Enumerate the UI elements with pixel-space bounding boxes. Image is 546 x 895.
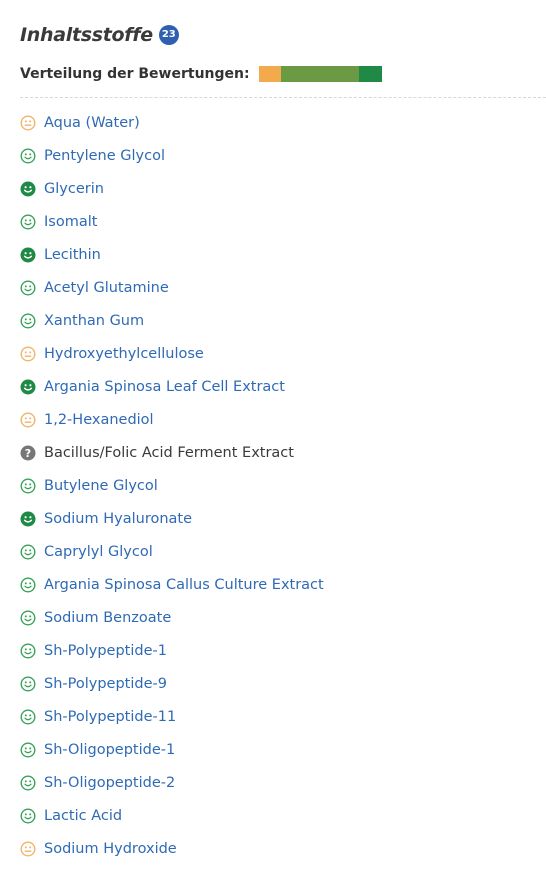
- smile-face-icon: [20, 213, 36, 230]
- ingredient-item: Aqua (Water): [20, 106, 324, 139]
- smile-face-icon: [20, 379, 36, 395]
- ingredient-item: Argania Spinosa Leaf Cell Extract: [20, 370, 324, 403]
- ingredient-link[interactable]: Lecithin: [44, 247, 101, 263]
- ingredient-item: Lecithin: [20, 238, 324, 271]
- ingredient-name: Bacillus/Folic Acid Ferment Extract: [44, 444, 294, 461]
- smile-face-icon: [20, 807, 36, 824]
- neutral-face-icon: [20, 411, 36, 428]
- section-title: Inhaltsstoffe: [20, 24, 153, 46]
- ingredient-item: Sh-Polypeptide-1: [20, 634, 324, 667]
- smile-face-icon: [20, 312, 36, 329]
- smile-face-icon: [20, 642, 36, 659]
- ingredient-item: Pentylene Glycol: [20, 139, 324, 172]
- ingredient-link[interactable]: Glycerin: [44, 181, 104, 197]
- ingredient-item: Sh-Oligopeptide-1: [20, 733, 324, 766]
- ingredient-item: Glycerin: [20, 172, 324, 205]
- ingredient-link[interactable]: Sodium Hydroxide: [44, 841, 177, 857]
- ingredient-item: Argania Spinosa Callus Culture Extract: [20, 568, 324, 601]
- ingredient-link[interactable]: Caprylyl Glycol: [44, 544, 153, 560]
- neutral-face-icon: [20, 840, 36, 857]
- distribution-segment-very-good: [359, 66, 382, 82]
- smile-face-icon: [20, 609, 36, 626]
- ingredient-link[interactable]: Aqua (Water): [44, 115, 140, 131]
- ingredient-link[interactable]: Sh-Oligopeptide-2: [44, 775, 175, 791]
- ingredient-item: Hydroxyethylcellulose: [20, 337, 324, 370]
- ingredient-link[interactable]: Argania Spinosa Leaf Cell Extract: [44, 379, 285, 395]
- ingredient-item: ? Bacillus/Folic Acid Ferment Extract: [20, 436, 324, 469]
- ingredient-item: Sodium Hyaluronate: [20, 502, 324, 535]
- smile-face-icon: [20, 741, 36, 758]
- smile-face-icon: [20, 774, 36, 791]
- distribution-label: Verteilung der Bewertungen:: [20, 66, 250, 82]
- ingredient-item: 1,2-Hexanediol: [20, 403, 324, 436]
- ingredient-item: Sh-Oligopeptide-2: [20, 766, 324, 799]
- ingredient-link[interactable]: Sodium Hyaluronate: [44, 511, 192, 527]
- ingredient-item: Acetyl Glutamine: [20, 271, 324, 304]
- neutral-face-icon: [20, 114, 36, 131]
- ingredient-link[interactable]: Sh-Polypeptide-11: [44, 709, 176, 725]
- svg-text:?: ?: [25, 447, 31, 460]
- ingredient-link[interactable]: Sh-Polypeptide-9: [44, 676, 167, 692]
- smile-face-icon: [20, 708, 36, 725]
- ingredient-item: Caprylyl Glycol: [20, 535, 324, 568]
- distribution-segment-good: [280, 66, 360, 82]
- divider: [20, 97, 546, 98]
- smile-face-icon: [20, 279, 36, 296]
- ingredient-item: Sodium Benzoate: [20, 601, 324, 634]
- ingredient-list: Aqua (Water) Pentylene Glycol Glycerin Isom…: [20, 106, 324, 865]
- ingredient-item: Lactic Acid: [20, 799, 324, 832]
- neutral-face-icon: [20, 345, 36, 362]
- ingredient-link[interactable]: Argania Spinosa Callus Culture Extract: [44, 577, 324, 593]
- smile-face-icon: [20, 543, 36, 560]
- distribution-bar: [258, 66, 382, 82]
- ingredient-link[interactable]: Xanthan Gum: [44, 313, 144, 329]
- question-icon: ?: [20, 445, 36, 461]
- smile-face-icon: [20, 181, 36, 197]
- ingredient-item: Butylene Glycol: [20, 469, 324, 502]
- ingredient-link[interactable]: Pentylene Glycol: [44, 148, 165, 164]
- ingredient-count-badge: 23: [158, 25, 179, 45]
- ingredient-link[interactable]: Lactic Acid: [44, 808, 122, 824]
- rating-distribution: Verteilung der Bewertungen:: [20, 66, 382, 82]
- smile-face-icon: [20, 477, 36, 494]
- ingredient-link[interactable]: Hydroxyethylcellulose: [44, 346, 204, 362]
- ingredient-link[interactable]: Acetyl Glutamine: [44, 280, 169, 296]
- ingredient-item: Xanthan Gum: [20, 304, 324, 337]
- ingredient-item: Sh-Polypeptide-11: [20, 700, 324, 733]
- ingredient-link[interactable]: Sodium Benzoate: [44, 610, 171, 626]
- ingredient-link[interactable]: Sh-Polypeptide-1: [44, 643, 167, 659]
- ingredient-item: Sh-Polypeptide-9: [20, 667, 324, 700]
- ingredient-link[interactable]: Butylene Glycol: [44, 478, 158, 494]
- smile-face-icon: [20, 576, 36, 593]
- distribution-segment-acceptable: [258, 66, 281, 82]
- ingredient-item: Sodium Hydroxide: [20, 832, 324, 865]
- ingredient-link[interactable]: 1,2-Hexanediol: [44, 412, 154, 428]
- ingredient-link[interactable]: Isomalt: [44, 214, 97, 230]
- smile-face-icon: [20, 675, 36, 692]
- ingredient-item: Isomalt: [20, 205, 324, 238]
- smile-face-icon: [20, 147, 36, 164]
- ingredients-header: Inhaltsstoffe 23: [20, 24, 179, 46]
- ingredient-link[interactable]: Sh-Oligopeptide-1: [44, 742, 175, 758]
- smile-face-icon: [20, 247, 36, 263]
- smile-face-icon: [20, 511, 36, 527]
